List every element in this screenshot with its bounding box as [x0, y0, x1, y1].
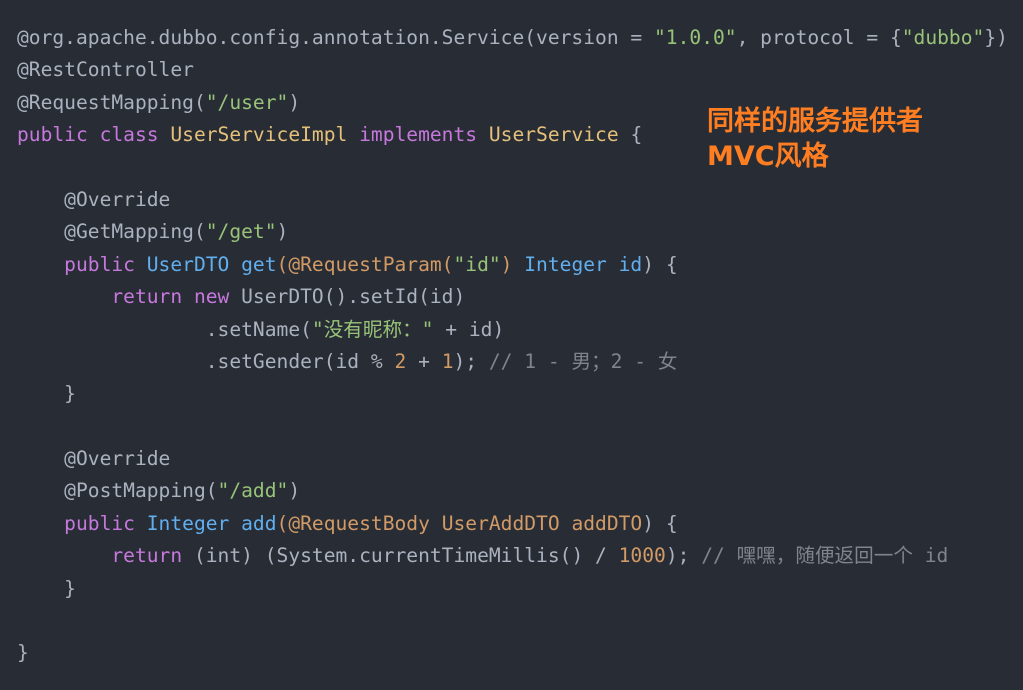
code-token: UserDTO: [146, 252, 242, 276]
code-token: Integer: [146, 511, 242, 535]
code-token: (@RequestBody: [276, 511, 442, 535]
code-token: .setGender(id %: [17, 349, 395, 373]
annotation-line-1: 同样的服务提供者: [707, 106, 923, 137]
code-token: public class: [17, 123, 171, 147]
code-token: (int) (System.currentTimeMillis() /: [193, 544, 619, 568]
code-token: Integer id: [524, 252, 643, 276]
code-token: UserDTO().setId(id): [241, 285, 466, 309]
code-line: @PostMapping("/add"): [17, 475, 1008, 507]
code-token: return: [17, 544, 194, 568]
code-token: , protocol = {: [736, 26, 902, 49]
code-token: "/user": [205, 90, 289, 114]
code-token: @Override: [17, 187, 171, 211]
code-token: (@RequestParam(: [276, 252, 454, 276]
code-token: "/add": [217, 479, 289, 503]
code-line: return (int) (System.currentTimeMillis()…: [17, 540, 1008, 572]
code-token: // 1 - 男；2 - 女: [488, 349, 678, 373]
code-token: ) {: [642, 252, 678, 276]
code-token: {: [630, 123, 643, 147]
code-token: "1.0.0": [654, 26, 737, 49]
code-token: }): [984, 26, 1008, 49]
code-line: .setName("没有昵称：" + id): [17, 314, 1008, 346]
code-token: UserService: [488, 123, 631, 147]
code-token: + id): [433, 317, 505, 341]
code-token: .setName(: [17, 317, 312, 341]
code-token: 1: [441, 349, 454, 373]
code-token: 1000: [618, 544, 666, 568]
code-token: "/get": [205, 220, 277, 244]
code-line: return new UserDTO().setId(id): [17, 281, 1008, 313]
code-token: "dubbo": [901, 26, 985, 49]
code-token: );: [665, 544, 702, 568]
code-token: ): [288, 90, 301, 114]
code-token: implements: [359, 123, 489, 147]
code-token: // 嘿嘿，随便返回一个 id: [701, 544, 949, 568]
code-token: @GetMapping(: [17, 220, 206, 244]
code-token: UserAddDTO addDTO: [441, 511, 643, 535]
code-line: .setGender(id % 2 + 1); // 1 - 男；2 - 女: [17, 346, 1008, 378]
code-line: public UserDTO get(@RequestParam("id") I…: [17, 249, 1008, 281]
code-token: @Override: [17, 447, 171, 471]
code-token: return new: [17, 285, 242, 309]
code-line: }: [17, 637, 1008, 669]
code-line: @RestController: [17, 54, 1008, 86]
code-token: "没有昵称：": [311, 317, 434, 341]
code-token: ): [288, 479, 301, 503]
annotation-note: 同样的服务提供者 MVC风格: [707, 104, 923, 174]
code-line: @Override: [17, 443, 1008, 475]
code-token: ): [276, 220, 289, 244]
code-token: 2: [394, 349, 407, 373]
code-token: public: [17, 252, 147, 276]
code-token: "id": [453, 252, 501, 276]
code-token: @RestController: [17, 58, 194, 82]
code-line: @org.apache.dubbo.config.annotation.Serv…: [17, 22, 1008, 54]
annotation-line-2: MVC风格: [707, 141, 829, 172]
code-token: );: [453, 349, 489, 373]
code-token: @PostMapping(: [17, 479, 218, 503]
code-token: +: [406, 349, 442, 373]
code-token: get: [241, 252, 277, 276]
code-line: @GetMapping("/get"): [17, 216, 1008, 248]
code-token: }: [17, 382, 76, 406]
code-editor[interactable]: @org.apache.dubbo.config.annotation.Serv…: [0, 0, 1023, 690]
code-line: @Override: [17, 184, 1008, 216]
code-token: @RequestMapping(: [17, 90, 206, 114]
code-line: public Integer add(@RequestBody UserAddD…: [17, 508, 1008, 540]
code-token: @org.apache.dubbo.config.annotation.Serv…: [17, 26, 655, 49]
code-token: public: [17, 511, 147, 535]
code-token: ) {: [642, 511, 678, 535]
code-token: }: [17, 641, 29, 665]
code-line: }: [17, 573, 1008, 605]
code-token: }: [17, 576, 76, 600]
code-token: UserServiceImpl: [170, 123, 360, 147]
code-token: add: [241, 511, 277, 535]
code-token: ): [500, 252, 525, 276]
code-line: }: [17, 378, 1008, 410]
